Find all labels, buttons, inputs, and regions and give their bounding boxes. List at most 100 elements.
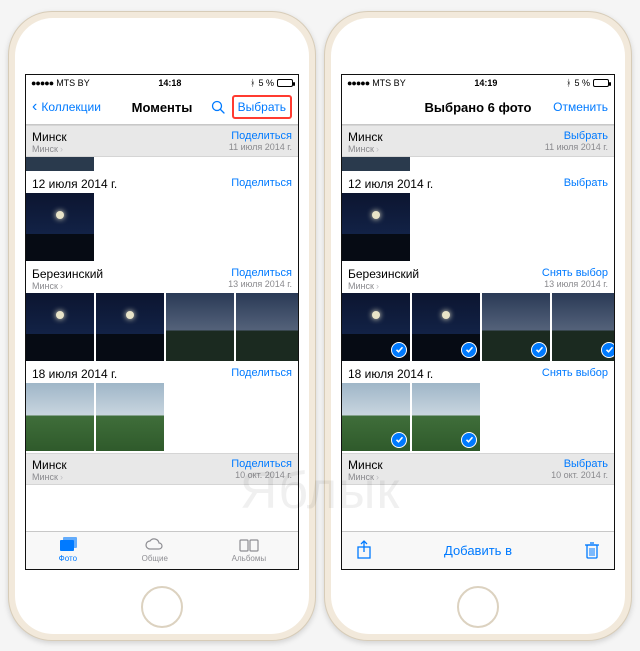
- section-header: Березинский Минск› Поделиться 13 июля 20…: [26, 263, 298, 293]
- share-link[interactable]: Поделиться: [231, 267, 292, 279]
- check-icon: [461, 432, 477, 448]
- battery-percent: 5 %: [258, 78, 274, 88]
- carrier-label: MTS BY: [372, 78, 406, 88]
- section-header: Минск Минск› Поделиться 10 окт. 2014 г.: [26, 453, 298, 485]
- section-title: 12 июля 2014 г.: [32, 177, 117, 191]
- chevron-right-icon: ›: [376, 281, 379, 291]
- section-date: 10 окт. 2014 г.: [551, 470, 608, 480]
- chevron-right-icon: ›: [376, 472, 379, 482]
- chevron-right-icon: ›: [376, 144, 379, 154]
- back-chevron-icon[interactable]: ‹: [32, 98, 37, 116]
- thumb-row: [26, 383, 298, 453]
- cloud-icon: [144, 537, 166, 553]
- photo-thumb[interactable]: [26, 193, 94, 261]
- section-title: Минск: [348, 130, 383, 144]
- photo-thumb[interactable]: [342, 193, 410, 261]
- photo-thumb[interactable]: [236, 293, 298, 361]
- moments-list[interactable]: Минск Минск› Выбрать 11 июля 2014 г. 12 …: [342, 125, 614, 531]
- tab-bar: Фото Общие Альбомы: [26, 531, 298, 569]
- photo-thumb[interactable]: [96, 293, 164, 361]
- tab-shared[interactable]: Общие: [142, 537, 168, 563]
- check-icon: [601, 342, 614, 358]
- section-date: 11 июля 2014 г.: [545, 142, 608, 152]
- section-title: 18 июля 2014 г.: [348, 367, 433, 381]
- photo-thumb-selected[interactable]: [552, 293, 614, 361]
- select-group-link[interactable]: Выбрать: [564, 458, 608, 470]
- photo-thumb-selected[interactable]: [342, 293, 410, 361]
- select-button[interactable]: Выбрать: [232, 95, 292, 119]
- section-title: Минск: [32, 458, 67, 472]
- home-button[interactable]: [141, 586, 183, 628]
- section-header: 18 июля 2014 г. Поделиться: [26, 363, 298, 383]
- back-button[interactable]: Коллекции: [41, 100, 101, 114]
- section-header: Березинский Минск› Снять выбор 13 июля 2…: [342, 263, 614, 293]
- search-icon[interactable]: [211, 100, 226, 115]
- section-header: Минск Минск› Выбрать 10 окт. 2014 г.: [342, 453, 614, 485]
- tab-albums[interactable]: Альбомы: [232, 537, 266, 563]
- carrier-label: MTS BY: [56, 78, 90, 88]
- section-subtitle: Минск: [32, 472, 58, 482]
- iphone-right: ●●●●● MTS BY 14:19 ᚼ 5 % Выбрано 6 фото …: [324, 11, 632, 641]
- section-date: 11 июля 2014 г.: [229, 142, 292, 152]
- chevron-right-icon: ›: [60, 144, 63, 154]
- status-bar: ●●●●● MTS BY 14:18 ᚼ 5 %: [26, 75, 298, 91]
- tab-label: Фото: [59, 554, 77, 563]
- section-title: 12 июля 2014 г.: [348, 177, 433, 191]
- photo-thumb-selected[interactable]: [412, 293, 480, 361]
- home-button[interactable]: [457, 586, 499, 628]
- battery-icon: [277, 79, 293, 87]
- section-subtitle: Минск: [348, 144, 374, 154]
- add-to-button[interactable]: Добавить в: [444, 543, 512, 558]
- photo-thumb[interactable]: [26, 293, 94, 361]
- albums-icon: [239, 537, 259, 553]
- check-icon: [391, 432, 407, 448]
- section-date: 10 окт. 2014 г.: [235, 470, 292, 480]
- section-header: Минск Минск› Поделиться 11 июля 2014 г.: [26, 125, 298, 157]
- deselect-group-link[interactable]: Снять выбор: [542, 367, 608, 379]
- thumb-row: [26, 193, 298, 263]
- deselect-group-link[interactable]: Снять выбор: [542, 267, 608, 279]
- moments-list[interactable]: Минск Минск› Поделиться 11 июля 2014 г. …: [26, 125, 298, 531]
- section-date: 13 июля 2014 г.: [228, 279, 292, 289]
- photos-icon: [58, 537, 78, 553]
- trash-icon[interactable]: [584, 540, 600, 560]
- section-title: Березинский: [348, 267, 419, 281]
- share-link[interactable]: Поделиться: [231, 367, 292, 379]
- share-link[interactable]: Поделиться: [231, 130, 292, 142]
- photo-thumb-selected[interactable]: [482, 293, 550, 361]
- section-subtitle: Минск: [348, 472, 374, 482]
- share-icon[interactable]: [356, 540, 372, 560]
- bottom-toolbar: Добавить в: [342, 531, 614, 569]
- tab-label: Альбомы: [232, 554, 266, 563]
- thumb-row: [342, 293, 614, 363]
- photo-thumb[interactable]: [26, 383, 94, 451]
- section-title: 18 июля 2014 г.: [32, 367, 117, 381]
- section-header: 18 июля 2014 г. Снять выбор: [342, 363, 614, 383]
- select-group-link[interactable]: Выбрать: [564, 177, 608, 189]
- iphone-left: ●●●●● MTS BY 14:18 ᚼ 5 % ‹ Коллекции Мом…: [8, 11, 316, 641]
- share-link[interactable]: Поделиться: [231, 458, 292, 470]
- photo-thumb-selected[interactable]: [412, 383, 480, 451]
- section-title: Минск: [348, 458, 383, 472]
- thumb-row: [342, 157, 614, 173]
- cancel-button[interactable]: Отменить: [553, 100, 608, 114]
- thumb-row: [342, 383, 614, 453]
- select-group-link[interactable]: Выбрать: [564, 130, 608, 142]
- signal-icon: ●●●●●: [347, 78, 369, 88]
- status-bar: ●●●●● MTS BY 14:19 ᚼ 5 %: [342, 75, 614, 91]
- bluetooth-icon: ᚼ: [566, 78, 571, 88]
- chevron-right-icon: ›: [60, 281, 63, 291]
- thumb-row: [26, 157, 298, 173]
- nav-bar: ‹ Коллекции Моменты Выбрать: [26, 91, 298, 125]
- thumb-row: [342, 193, 614, 263]
- battery-icon: [593, 79, 609, 87]
- photo-thumb[interactable]: [166, 293, 234, 361]
- share-link[interactable]: Поделиться: [231, 177, 292, 189]
- chevron-right-icon: ›: [60, 472, 63, 482]
- photo-thumb[interactable]: [342, 157, 410, 171]
- photo-thumb-selected[interactable]: [342, 383, 410, 451]
- section-subtitle: Минск: [348, 281, 374, 291]
- photo-thumb[interactable]: [96, 383, 164, 451]
- tab-photos[interactable]: Фото: [58, 537, 78, 563]
- photo-thumb[interactable]: [26, 157, 94, 171]
